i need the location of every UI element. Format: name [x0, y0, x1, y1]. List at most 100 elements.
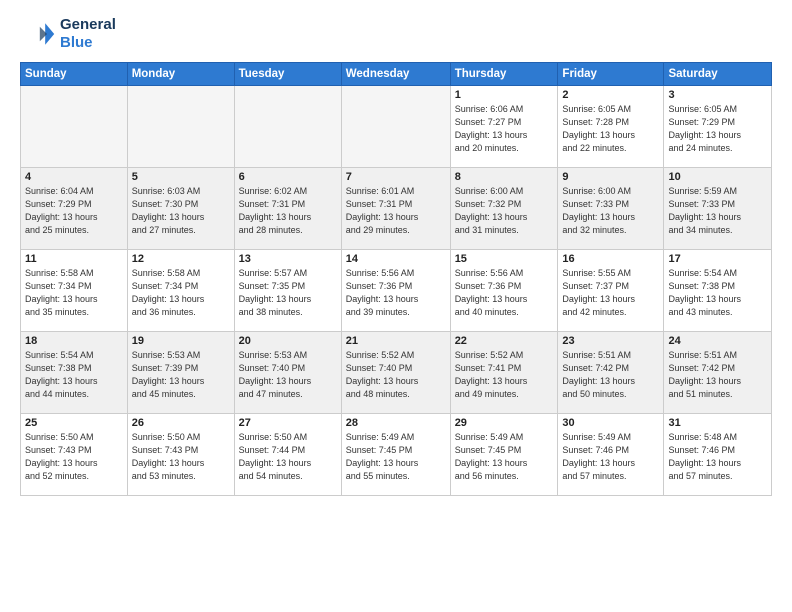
day-number: 24	[668, 335, 767, 347]
day-number: 19	[132, 335, 230, 347]
calendar-cell: 30Sunrise: 5:49 AM Sunset: 7:46 PM Dayli…	[558, 414, 664, 496]
calendar-cell: 4 Sunrise: 6:04 AM Sunset: 7:29 PM Daylig…	[21, 168, 128, 250]
day-info: Sunrise: 5:57 AM Sunset: 7:35 PM Dayligh…	[239, 267, 337, 319]
calendar-week-3: 11 Sunrise: 5:58 AM Sunset: 7:34 PM Dayli…	[21, 250, 772, 332]
calendar-week-2: 4 Sunrise: 6:04 AM Sunset: 7:29 PM Daylig…	[21, 168, 772, 250]
weekday-header-thursday: Thursday	[450, 63, 558, 86]
day-info: Sunrise: 6:00 AM Sunset: 7:33 PM Dayligh…	[562, 185, 659, 237]
day-number: 6	[239, 171, 337, 183]
day-info: Sunrise: 5:58 AM Sunset: 7:34 PM Dayligh…	[25, 267, 123, 319]
day-info: Sunrise: 5:49 AM Sunset: 7:45 PM Dayligh…	[455, 431, 554, 483]
day-info: Sunrise: 5:58 AM Sunset: 7:34 PM Dayligh…	[132, 267, 230, 319]
calendar-cell: 15 Sunrise: 5:56 AM Sunset: 7:36 PM Dayli…	[450, 250, 558, 332]
calendar-cell: 19 Sunrise: 5:53 AM Sunset: 7:39 PM Dayli…	[127, 332, 234, 414]
calendar-cell: 31 Sunrise: 5:48 AM Sunset: 7:46 PM Dayli…	[664, 414, 772, 496]
day-info: Sunrise: 5:53 AM Sunset: 7:40 PM Dayligh…	[239, 349, 337, 401]
day-info: Sunrise: 5:54 AM Sunset: 7:38 PM Dayligh…	[25, 349, 123, 401]
day-number: 30	[562, 417, 659, 429]
day-info: Sunrise: 5:56 AM Sunset: 7:36 PM Dayligh…	[455, 267, 554, 319]
calendar-cell: 22Sunrise: 5:52 AM Sunset: 7:41 PM Dayli…	[450, 332, 558, 414]
day-number: 20	[239, 335, 337, 347]
calendar-cell: 8 Sunrise: 6:00 AM Sunset: 7:32 PM Daylig…	[450, 168, 558, 250]
day-number: 29	[455, 417, 554, 429]
calendar-week-4: 18Sunrise: 5:54 AM Sunset: 7:38 PM Dayli…	[21, 332, 772, 414]
calendar-cell: 26Sunrise: 5:50 AM Sunset: 7:43 PM Dayli…	[127, 414, 234, 496]
day-info: Sunrise: 5:53 AM Sunset: 7:39 PM Dayligh…	[132, 349, 230, 401]
day-info: Sunrise: 5:51 AM Sunset: 7:42 PM Dayligh…	[562, 349, 659, 401]
day-number: 16	[562, 253, 659, 265]
day-number: 3	[668, 89, 767, 101]
day-number: 8	[455, 171, 554, 183]
calendar-cell: 11 Sunrise: 5:58 AM Sunset: 7:34 PM Dayli…	[21, 250, 128, 332]
day-number: 4	[25, 171, 123, 183]
day-info: Sunrise: 6:02 AM Sunset: 7:31 PM Dayligh…	[239, 185, 337, 237]
day-number: 26	[132, 417, 230, 429]
calendar-cell: 9 Sunrise: 6:00 AM Sunset: 7:33 PM Daylig…	[558, 168, 664, 250]
calendar-cell: 18Sunrise: 5:54 AM Sunset: 7:38 PM Dayli…	[21, 332, 128, 414]
calendar-cell: 2Sunrise: 6:05 AM Sunset: 7:28 PM Daylig…	[558, 86, 664, 168]
day-info: Sunrise: 5:51 AM Sunset: 7:42 PM Dayligh…	[668, 349, 767, 401]
calendar-table: SundayMondayTuesdayWednesdayThursdayFrid…	[20, 62, 772, 496]
day-info: Sunrise: 6:01 AM Sunset: 7:31 PM Dayligh…	[346, 185, 446, 237]
weekday-header-tuesday: Tuesday	[234, 63, 341, 86]
day-number: 23	[562, 335, 659, 347]
day-number: 27	[239, 417, 337, 429]
day-number: 7	[346, 171, 446, 183]
calendar-cell: 17Sunrise: 5:54 AM Sunset: 7:38 PM Dayli…	[664, 250, 772, 332]
weekday-header-wednesday: Wednesday	[341, 63, 450, 86]
day-info: Sunrise: 6:06 AM Sunset: 7:27 PM Dayligh…	[455, 103, 554, 155]
day-info: Sunrise: 5:59 AM Sunset: 7:33 PM Dayligh…	[668, 185, 767, 237]
day-number: 2	[562, 89, 659, 101]
day-number: 22	[455, 335, 554, 347]
day-number: 12	[132, 253, 230, 265]
calendar-cell: 21Sunrise: 5:52 AM Sunset: 7:40 PM Dayli…	[341, 332, 450, 414]
calendar-cell	[234, 86, 341, 168]
day-number: 1	[455, 89, 554, 101]
day-info: Sunrise: 6:04 AM Sunset: 7:29 PM Dayligh…	[25, 185, 123, 237]
calendar-cell: 12 Sunrise: 5:58 AM Sunset: 7:34 PM Dayli…	[127, 250, 234, 332]
day-number: 9	[562, 171, 659, 183]
calendar-cell: 29 Sunrise: 5:49 AM Sunset: 7:45 PM Dayli…	[450, 414, 558, 496]
page: General Blue SundayMondayTuesdayWednesda…	[0, 0, 792, 612]
day-number: 21	[346, 335, 446, 347]
calendar-cell: 27 Sunrise: 5:50 AM Sunset: 7:44 PM Dayli…	[234, 414, 341, 496]
calendar-cell	[341, 86, 450, 168]
calendar-cell	[21, 86, 128, 168]
calendar-cell: 10 Sunrise: 5:59 AM Sunset: 7:33 PM Dayli…	[664, 168, 772, 250]
calendar-cell: 25 Sunrise: 5:50 AM Sunset: 7:43 PM Dayli…	[21, 414, 128, 496]
calendar-cell: 1 Sunrise: 6:06 AM Sunset: 7:27 PM Daylig…	[450, 86, 558, 168]
day-number: 15	[455, 253, 554, 265]
day-number: 31	[668, 417, 767, 429]
header: General Blue	[20, 16, 772, 52]
day-info: Sunrise: 5:48 AM Sunset: 7:46 PM Dayligh…	[668, 431, 767, 483]
day-info: Sunrise: 6:05 AM Sunset: 7:29 PM Dayligh…	[668, 103, 767, 155]
calendar-week-1: 1 Sunrise: 6:06 AM Sunset: 7:27 PM Daylig…	[21, 86, 772, 168]
day-info: Sunrise: 5:55 AM Sunset: 7:37 PM Dayligh…	[562, 267, 659, 319]
weekday-header-friday: Friday	[558, 63, 664, 86]
weekday-header-sunday: Sunday	[21, 63, 128, 86]
calendar-cell	[127, 86, 234, 168]
calendar-cell: 13 Sunrise: 5:57 AM Sunset: 7:35 PM Dayli…	[234, 250, 341, 332]
calendar-week-5: 25 Sunrise: 5:50 AM Sunset: 7:43 PM Dayli…	[21, 414, 772, 496]
day-number: 10	[668, 171, 767, 183]
day-info: Sunrise: 5:50 AM Sunset: 7:44 PM Dayligh…	[239, 431, 337, 483]
day-info: Sunrise: 6:03 AM Sunset: 7:30 PM Dayligh…	[132, 185, 230, 237]
calendar-cell: 20 Sunrise: 5:53 AM Sunset: 7:40 PM Dayli…	[234, 332, 341, 414]
day-info: Sunrise: 5:49 AM Sunset: 7:45 PM Dayligh…	[346, 431, 446, 483]
calendar-cell: 28 Sunrise: 5:49 AM Sunset: 7:45 PM Dayli…	[341, 414, 450, 496]
weekday-header-row: SundayMondayTuesdayWednesdayThursdayFrid…	[21, 63, 772, 86]
calendar-cell: 14Sunrise: 5:56 AM Sunset: 7:36 PM Dayli…	[341, 250, 450, 332]
day-info: Sunrise: 5:50 AM Sunset: 7:43 PM Dayligh…	[25, 431, 123, 483]
day-number: 28	[346, 417, 446, 429]
day-number: 25	[25, 417, 123, 429]
day-info: Sunrise: 6:00 AM Sunset: 7:32 PM Dayligh…	[455, 185, 554, 237]
logo-text: General Blue	[60, 16, 116, 52]
calendar-cell: 16 Sunrise: 5:55 AM Sunset: 7:37 PM Dayli…	[558, 250, 664, 332]
calendar-cell: 23 Sunrise: 5:51 AM Sunset: 7:42 PM Dayli…	[558, 332, 664, 414]
logo: General Blue	[20, 16, 116, 52]
day-number: 11	[25, 253, 123, 265]
day-number: 13	[239, 253, 337, 265]
weekday-header-monday: Monday	[127, 63, 234, 86]
calendar-cell: 5Sunrise: 6:03 AM Sunset: 7:30 PM Daylig…	[127, 168, 234, 250]
calendar-cell: 3 Sunrise: 6:05 AM Sunset: 7:29 PM Daylig…	[664, 86, 772, 168]
